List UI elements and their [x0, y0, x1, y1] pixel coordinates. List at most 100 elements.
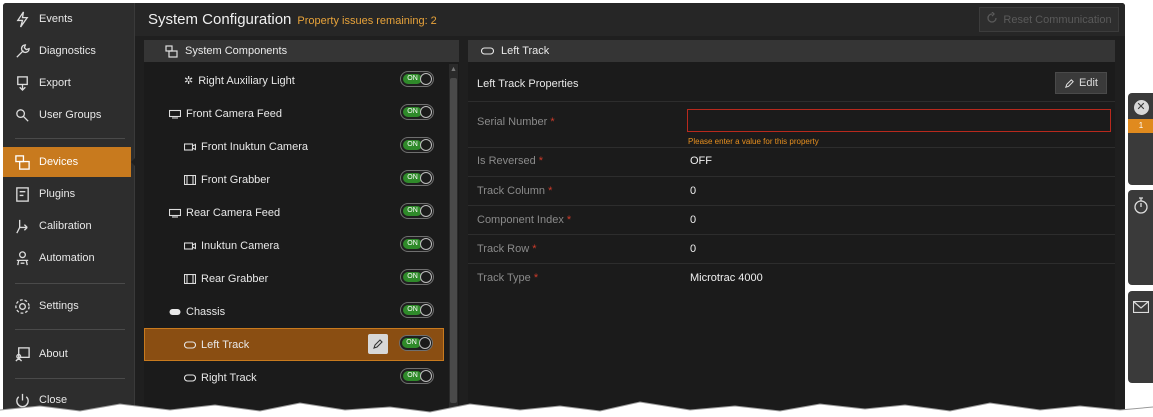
track-icon [184, 340, 196, 349]
refresh-icon [986, 11, 998, 27]
toggle-knob [419, 337, 431, 349]
properties-section-title: Left Track Properties [477, 78, 579, 90]
component-toggle[interactable]: ON [400, 269, 434, 285]
close-icon[interactable]: ✕ [1133, 100, 1149, 115]
sidebar-item-devices[interactable]: Devices [3, 147, 137, 177]
component-toggle[interactable]: ON [400, 104, 434, 120]
component-front-grabber[interactable]: Front Grabber ON [144, 163, 444, 196]
serial-number-error: Please enter a value for this property [688, 137, 819, 146]
component-chassis[interactable]: Chassis ON [144, 295, 444, 328]
component-toggle[interactable]: ON [400, 368, 434, 384]
sidebar-item-about[interactable]: About [3, 339, 131, 369]
right-rail: ✕ 1 [1125, 0, 1153, 417]
user-groups-icon [13, 106, 31, 124]
component-inuktun-camera[interactable]: Inuktun Camera ON [144, 229, 444, 262]
messages-tab[interactable] [1128, 291, 1153, 383]
component-front-inuktun-camera[interactable]: Front Inuktun Camera ON [144, 130, 444, 163]
issues-indicator: Property issues remaining: 2 [297, 14, 437, 27]
component-toggle[interactable]: ON [400, 203, 434, 219]
reset-communication-button[interactable]: Reset Communication [979, 7, 1119, 32]
component-label: Front Inuktun Camera [201, 140, 308, 153]
sidebar-item-events[interactable]: Events [3, 4, 131, 34]
toggle-knob [420, 304, 432, 316]
component-right-auxiliary-light[interactable]: ✲ Right Auxiliary Light ON [144, 64, 444, 97]
lightning-icon [13, 10, 31, 28]
component-toggle[interactable]: ON [400, 170, 434, 186]
chassis-icon [169, 308, 181, 316]
component-front-camera-feed[interactable]: Front Camera Feed ON [144, 97, 444, 130]
sidebar-divider [15, 378, 125, 379]
sidebar-item-diagnostics[interactable]: Diagnostics [3, 36, 131, 66]
component-toggle[interactable]: ON [400, 236, 434, 252]
track-row-value: 0 [690, 243, 697, 255]
sidebar-item-label: Export [39, 77, 71, 89]
sidebar: Events Diagnostics Export User Groups De… [3, 3, 137, 417]
timer-tab[interactable] [1128, 190, 1153, 285]
sidebar-item-user-groups[interactable]: User Groups [3, 100, 131, 130]
toggle-knob [420, 205, 432, 217]
notifications-tab[interactable]: ✕ 1 [1128, 93, 1153, 185]
system-components-panel: System Components ✲ Right Auxiliary Ligh… [144, 40, 459, 417]
component-label: Chassis [186, 305, 226, 318]
components-panel-title: System Components [185, 45, 288, 57]
track-type-value: Microtrac 4000 [690, 272, 763, 284]
component-label: Right Auxiliary Light [198, 74, 295, 87]
component-toggle[interactable]: ON [400, 302, 434, 318]
divider [468, 234, 1115, 235]
divider [468, 176, 1115, 177]
sidebar-item-label: Devices [39, 156, 79, 168]
page-header: System Configuration Property issues rem… [135, 3, 1125, 36]
sidebar-item-automation[interactable]: Automation [3, 243, 131, 273]
component-toggle[interactable]: ON [399, 335, 433, 351]
scroll-up-icon[interactable]: ▲ [450, 66, 457, 73]
sidebar-item-export[interactable]: Export [3, 68, 131, 98]
is-reversed-label: Is Reversed * [477, 155, 544, 167]
gear-icon [13, 297, 31, 315]
component-label: Front Camera Feed [186, 107, 282, 120]
component-rear-camera-feed[interactable]: Rear Camera Feed ON [144, 196, 444, 229]
track-icon [184, 373, 196, 382]
sidebar-item-label: User Groups [39, 109, 102, 121]
light-icon: ✲ [184, 75, 194, 87]
component-toggle[interactable]: ON [400, 137, 434, 153]
envelope-icon [1132, 300, 1150, 316]
track-type-label: Track Type * [477, 272, 539, 284]
edit-button[interactable]: Edit [1055, 72, 1107, 94]
pencil-icon [1065, 78, 1074, 88]
component-rear-grabber[interactable]: Rear Grabber ON [144, 262, 444, 295]
torn-edge-decoration [0, 401, 1153, 417]
toggle-knob [420, 271, 432, 283]
scrollbar-thumb[interactable] [450, 78, 457, 403]
components-list: ✲ Right Auxiliary Light ON Front Camera … [144, 64, 446, 417]
divider [468, 101, 1115, 102]
serial-number-label: Serial Number * [477, 116, 555, 128]
serial-number-input[interactable] [687, 109, 1111, 132]
component-left-track[interactable]: Left Track ON [144, 328, 444, 361]
properties-panel-header: Left Track [468, 40, 1115, 62]
component-label: Front Grabber [201, 173, 271, 186]
sidebar-item-settings[interactable]: Settings [3, 291, 131, 321]
properties-panel-title: Left Track [501, 45, 550, 57]
sidebar-divider [15, 138, 125, 139]
toggle-knob [420, 238, 432, 250]
toggle-knob [420, 106, 432, 118]
divider [468, 263, 1115, 264]
grabber-icon [184, 174, 196, 185]
export-icon [13, 74, 31, 92]
components-scrollbar[interactable]: ▲ [449, 64, 458, 417]
component-label: Right Track [201, 371, 257, 384]
sidebar-item-label: Automation [39, 252, 95, 264]
sidebar-item-label: Calibration [39, 220, 92, 232]
toggle-knob [420, 73, 432, 85]
sidebar-item-calibration[interactable]: Calibration [3, 211, 131, 241]
properties-panel: Left Track Left Track Properties Edit Se… [468, 40, 1115, 417]
track-column-value: 0 [690, 185, 697, 197]
component-toggle[interactable]: ON [400, 71, 434, 87]
edit-component-button[interactable] [368, 334, 388, 354]
reset-communication-label: Reset Communication [1003, 13, 1112, 26]
sidebar-item-plugins[interactable]: Plugins [3, 179, 131, 209]
divider [468, 147, 1115, 148]
component-right-track[interactable]: Right Track ON [144, 361, 444, 394]
toggle-knob [420, 370, 432, 382]
edit-label: Edit [1079, 77, 1098, 89]
